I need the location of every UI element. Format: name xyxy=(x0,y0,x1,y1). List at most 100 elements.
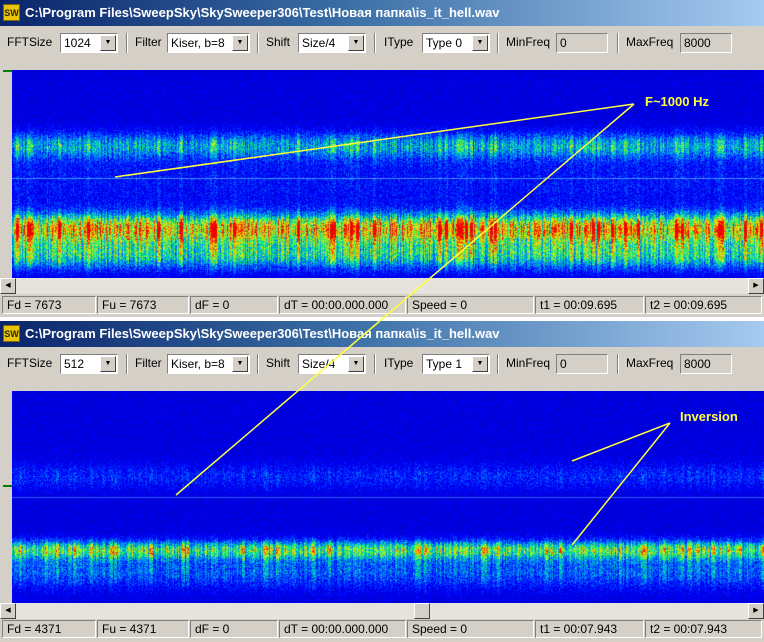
toolbar-separator xyxy=(497,33,499,53)
shift-label: Shift xyxy=(266,35,291,49)
toolbar-separator xyxy=(617,33,619,53)
toolbar: FFTSize 1024 ▼ Filter Kiser, b=8 ▼ Shift… xyxy=(0,28,764,58)
status-t1-text: t1 = 00:07.943 xyxy=(540,622,618,636)
fftsize-select[interactable]: 512 ▼ xyxy=(60,354,118,374)
title-bar[interactable]: SW C:\Program Files\SweepSky\SkySweeper3… xyxy=(0,321,764,347)
shift-label: Shift xyxy=(266,356,291,370)
status-dt: dT = 00:00.000.000 xyxy=(279,620,406,638)
scroll-right-icon[interactable]: ▶ xyxy=(748,603,764,619)
status-dt-text: dT = 00:00.000.000 xyxy=(284,622,389,636)
horizontal-scrollbar[interactable]: ◀ ▶ xyxy=(0,278,764,294)
toolbar-separator xyxy=(126,354,128,374)
status-fd: Fd = 4371 xyxy=(2,620,96,638)
filter-label: Filter xyxy=(135,356,162,370)
toolbar-separator xyxy=(374,354,376,374)
dropdown-arrow-icon[interactable]: ▼ xyxy=(100,35,116,51)
app-icon[interactable]: SW xyxy=(3,4,20,21)
minfreq-value: 0 xyxy=(560,36,567,50)
horizontal-scrollbar[interactable]: ◀ ▶ xyxy=(0,603,764,619)
filter-label: Filter xyxy=(135,35,162,49)
toolbar-separator xyxy=(257,354,259,374)
itype-select[interactable]: Type 0 ▼ xyxy=(422,33,490,53)
minfreq-value: 0 xyxy=(560,357,567,371)
frequency-ruler[interactable] xyxy=(0,60,12,278)
status-speed: Speed = 0 xyxy=(407,296,534,314)
status-df: dF = 0 xyxy=(190,620,278,638)
maxfreq-value: 8000 xyxy=(684,36,711,50)
dropdown-arrow-icon[interactable]: ▼ xyxy=(472,35,488,51)
minfreq-field[interactable]: 0 xyxy=(556,354,608,374)
window-title: C:\Program Files\SweepSky\SkySweeper306\… xyxy=(25,326,500,341)
maxfreq-field[interactable]: 8000 xyxy=(680,354,732,374)
app-icon[interactable]: SW xyxy=(3,325,20,342)
status-t1: t1 = 00:09.695 xyxy=(535,296,644,314)
scroll-right-icon[interactable]: ▶ xyxy=(748,278,764,294)
status-dt-text: dT = 00:00.000.000 xyxy=(284,298,389,312)
status-df: dF = 0 xyxy=(190,296,278,314)
dropdown-arrow-icon[interactable]: ▼ xyxy=(348,35,364,51)
filter-select[interactable]: Kiser, b=8 ▼ xyxy=(167,354,250,374)
itype-value: Type 1 xyxy=(426,357,463,371)
status-t2: t2 = 00:09.695 xyxy=(645,296,762,314)
fftsize-label: FFTSize xyxy=(7,35,53,49)
shift-value: Size/4 xyxy=(302,36,336,50)
toolbar-separator xyxy=(126,33,128,53)
toolbar: FFTSize 512 ▼ Filter Kiser, b=8 ▼ Shift … xyxy=(0,349,764,379)
status-fu-text: Fu = 7673 xyxy=(102,298,157,312)
dropdown-arrow-icon[interactable]: ▼ xyxy=(100,356,116,372)
title-bar[interactable]: SW C:\Program Files\SweepSky\SkySweeper3… xyxy=(0,0,764,26)
status-t2-text: t2 = 00:09.695 xyxy=(650,298,728,312)
status-speed: Speed = 0 xyxy=(407,620,534,638)
status-fd-text: Fd = 7673 xyxy=(7,298,62,312)
filter-select[interactable]: Kiser, b=8 ▼ xyxy=(167,33,250,53)
dropdown-arrow-icon[interactable]: ▼ xyxy=(348,356,364,372)
scroll-left-icon[interactable]: ◀ xyxy=(0,278,16,294)
fftsize-value: 1024 xyxy=(64,36,91,50)
itype-label: IType xyxy=(384,356,414,370)
dropdown-arrow-icon[interactable]: ▼ xyxy=(232,356,248,372)
status-bar: Fd = 7673 Fu = 7673 dF = 0 dT = 00:00.00… xyxy=(0,295,764,315)
status-fu: Fu = 7673 xyxy=(97,296,189,314)
maxfreq-value: 8000 xyxy=(684,357,711,371)
fftsize-label: FFTSize xyxy=(7,356,53,370)
ruler-marker[interactable] xyxy=(3,485,12,487)
toolbar-separator xyxy=(374,33,376,53)
fftsize-select[interactable]: 1024 ▼ xyxy=(60,33,118,53)
dropdown-arrow-icon[interactable]: ▼ xyxy=(472,356,488,372)
scroll-thumb[interactable] xyxy=(414,603,430,619)
status-t1: t1 = 00:07.943 xyxy=(535,620,644,638)
spectrogram[interactable] xyxy=(12,70,764,278)
status-fu: Fu = 4371 xyxy=(97,620,189,638)
spectrogram[interactable] xyxy=(12,391,764,603)
status-t2: t2 = 00:07.943 xyxy=(645,620,762,638)
status-t2-text: t2 = 00:07.943 xyxy=(650,622,728,636)
status-dt: dT = 00:00.000.000 xyxy=(279,296,406,314)
status-fd-text: Fd = 4371 xyxy=(7,622,62,636)
itype-select[interactable]: Type 1 ▼ xyxy=(422,354,490,374)
spectrogram-window-bottom: SW C:\Program Files\SweepSky\SkySweeper3… xyxy=(0,321,764,642)
maxfreq-field[interactable]: 8000 xyxy=(680,33,732,53)
minfreq-field[interactable]: 0 xyxy=(556,33,608,53)
status-df-text: dF = 0 xyxy=(195,622,230,636)
toolbar-separator xyxy=(497,354,499,374)
itype-label: IType xyxy=(384,35,414,49)
status-speed-text: Speed = 0 xyxy=(412,622,468,636)
maxfreq-label: MaxFreq xyxy=(626,356,674,370)
toolbar-separator xyxy=(257,33,259,53)
maxfreq-label: MaxFreq xyxy=(626,35,674,49)
fftsize-value: 512 xyxy=(64,357,85,371)
shift-select[interactable]: Size/4 ▼ xyxy=(298,354,366,374)
status-speed-text: Speed = 0 xyxy=(412,298,468,312)
frequency-ruler[interactable] xyxy=(0,381,12,605)
minfreq-label: MinFreq xyxy=(506,356,551,370)
status-fu-text: Fu = 4371 xyxy=(102,622,157,636)
scroll-left-icon[interactable]: ◀ xyxy=(0,603,16,619)
filter-value: Kiser, b=8 xyxy=(171,36,225,50)
shift-select[interactable]: Size/4 ▼ xyxy=(298,33,366,53)
filter-value: Kiser, b=8 xyxy=(171,357,225,371)
dropdown-arrow-icon[interactable]: ▼ xyxy=(232,35,248,51)
ruler-marker[interactable] xyxy=(3,70,12,72)
status-bar: Fd = 4371 Fu = 4371 dF = 0 dT = 00:00.00… xyxy=(0,619,764,639)
toolbar-separator xyxy=(617,354,619,374)
window-title: C:\Program Files\SweepSky\SkySweeper306\… xyxy=(25,5,500,20)
